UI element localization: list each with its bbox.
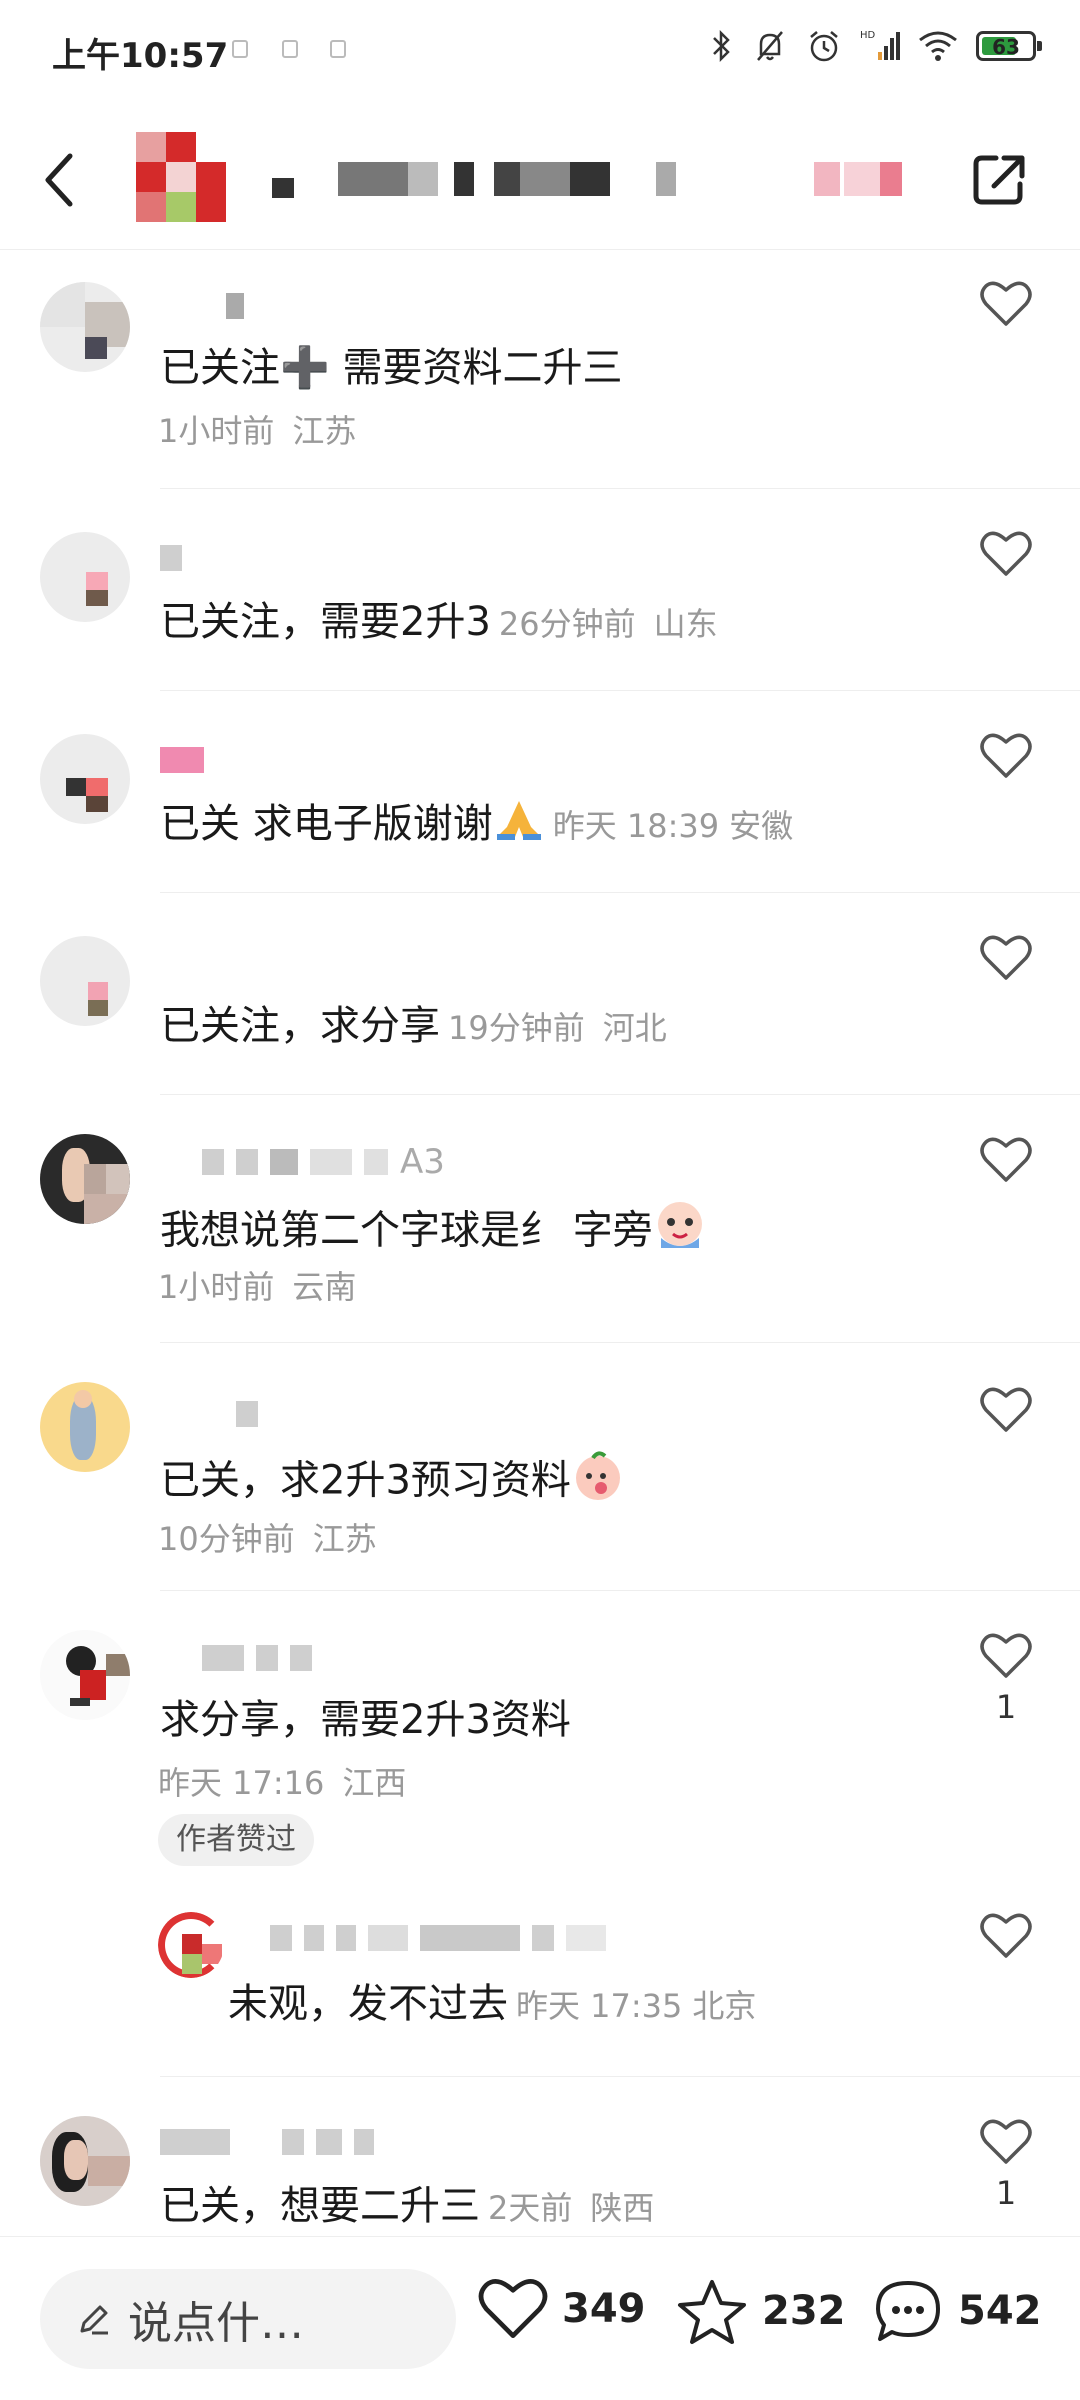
- heart-icon: [980, 1387, 1032, 1432]
- like-button[interactable]: [976, 732, 1036, 780]
- heart-icon: [980, 2119, 1032, 2164]
- top-nav: [0, 110, 1080, 250]
- status-time: 上午10:57: [52, 36, 229, 76]
- notification-icon: [330, 40, 346, 58]
- comment-meta: 1小时前 江苏: [158, 412, 357, 450]
- comment-text: 已关 求电子版谢谢 昨天 18:39 安徽: [160, 796, 793, 856]
- star-icon: [678, 2280, 746, 2344]
- mute-bell-icon: [757, 31, 783, 61]
- chevron-left-icon: [45, 153, 73, 207]
- pencil-icon: [80, 2305, 108, 2335]
- status-bar: 上午10:57 HD 63: [0, 0, 1080, 100]
- like-button[interactable]: [976, 1912, 1036, 1960]
- share-button[interactable]: [960, 140, 1040, 220]
- avatar[interactable]: [40, 1630, 130, 1720]
- status-icons: HD 63: [710, 28, 1042, 64]
- heart-icon: [478, 2279, 548, 2338]
- like-button[interactable]: [976, 280, 1036, 328]
- divider: [160, 892, 1080, 893]
- bottom-bar: 说点什… 349 232 542: [0, 2236, 1080, 2400]
- comment-text: 已关注➕ 需要资料二升三: [160, 345, 623, 391]
- comments-button[interactable]: 542: [872, 2277, 1042, 2345]
- favorite-count: 232: [762, 2288, 846, 2334]
- sweat-face-emoji: [653, 1198, 707, 1267]
- peach-face-emoji: [571, 1448, 625, 1517]
- comment-text: 已关注，求分享 19分钟前 河北: [160, 1003, 667, 1049]
- notification-icon: [232, 40, 248, 58]
- svg-text:HD: HD: [860, 30, 876, 41]
- like-button[interactable]: [976, 934, 1036, 982]
- avatar[interactable]: [40, 1134, 130, 1224]
- divider: [160, 2076, 1080, 2077]
- divider: [160, 690, 1080, 691]
- heart-icon: [980, 281, 1032, 326]
- avatar[interactable]: [158, 1912, 224, 1978]
- like-count: 349: [562, 2286, 646, 2332]
- comment-text: 我想说第二个字球是纟 字旁: [160, 1198, 707, 1267]
- comment-text: 已关，求2升3预习资料: [160, 1448, 625, 1517]
- author-liked-badge: 作者赞过: [158, 1814, 314, 1866]
- signal-icon: HD: [860, 30, 900, 60]
- username-blurred: [160, 2126, 374, 2158]
- back-button[interactable]: [30, 140, 90, 220]
- divider: [160, 1590, 1080, 1591]
- divider: [160, 1094, 1080, 1095]
- notification-icon: [282, 40, 298, 58]
- heart-icon: [980, 1137, 1032, 1182]
- comment-meta: 昨天 17:16 江西: [158, 1764, 407, 1802]
- comment-meta: 10分钟前 江苏: [158, 1520, 377, 1558]
- username-blurred: [270, 1922, 606, 1954]
- like-button[interactable]: [976, 1386, 1036, 1434]
- avatar[interactable]: [40, 532, 130, 622]
- like-count: 1: [995, 2174, 1017, 2212]
- share-icon: [973, 155, 1025, 205]
- comment-text: 未观，发不过去 昨天 17:35 北京: [228, 1981, 757, 2027]
- battery-level: 63: [992, 35, 1020, 59]
- username-suffix: A3: [400, 1142, 445, 1182]
- divider: [160, 1342, 1080, 1343]
- username-blurred: [160, 744, 204, 776]
- like-post-button[interactable]: 349: [478, 2277, 646, 2341]
- like-button[interactable]: 1: [976, 2118, 1036, 2212]
- avatar[interactable]: [40, 2116, 130, 2206]
- comment-input-placeholder: 说点什…: [128, 2298, 304, 2349]
- comment-count: 542: [958, 2288, 1042, 2334]
- username-blurred: A3: [160, 1142, 445, 1182]
- pray-emoji: [493, 797, 545, 856]
- wifi-icon: [919, 31, 957, 61]
- comment-text: 已关注，需要2升3 26分钟前 山东: [160, 599, 718, 645]
- author-avatar[interactable]: [136, 132, 228, 224]
- alarm-icon: [810, 31, 838, 62]
- like-count: 1: [995, 1688, 1017, 1726]
- avatar[interactable]: [40, 282, 130, 372]
- bluetooth-icon: [713, 29, 730, 63]
- battery-icon: 63: [976, 31, 1042, 61]
- avatar[interactable]: [40, 734, 130, 824]
- avatar[interactable]: [40, 1382, 130, 1472]
- username-blurred: [160, 1398, 258, 1430]
- favorite-button[interactable]: 232: [676, 2277, 846, 2345]
- username-blurred: [160, 290, 244, 322]
- username-blurred: [160, 1642, 312, 1674]
- like-button[interactable]: 1: [976, 1632, 1036, 1726]
- username-blurred: [160, 542, 182, 574]
- divider: [160, 488, 1080, 489]
- comment-meta: 1小时前 云南: [158, 1268, 357, 1306]
- heart-icon: [980, 1633, 1032, 1678]
- heart-icon: [980, 733, 1032, 778]
- comment-bubble-icon: [876, 2281, 940, 2341]
- comment-input[interactable]: 说点什…: [40, 2269, 456, 2369]
- comment-text: 求分享，需要2升3资料: [160, 1697, 571, 1743]
- comment-text: 已关，想要二升三 2天前 陕西: [160, 2183, 655, 2229]
- like-button[interactable]: [976, 1136, 1036, 1184]
- like-button[interactable]: [976, 530, 1036, 578]
- heart-icon: [980, 531, 1032, 576]
- avatar[interactable]: [40, 936, 130, 1026]
- heart-icon: [980, 1913, 1032, 1958]
- heart-icon: [980, 935, 1032, 980]
